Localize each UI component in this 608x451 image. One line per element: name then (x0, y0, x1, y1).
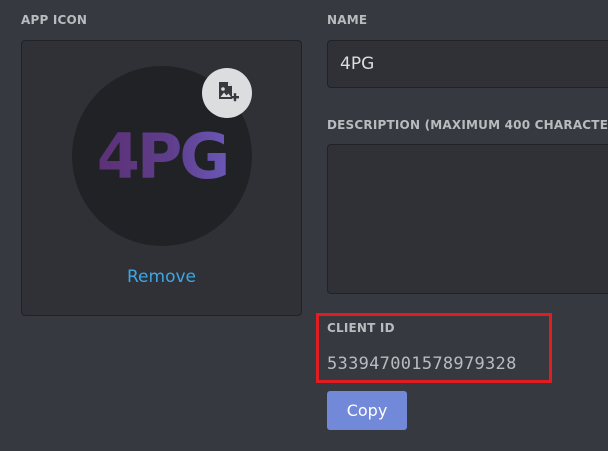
image-add-glyph (219, 82, 239, 102)
image-add-icon[interactable] (202, 68, 252, 118)
app-icon-card: 4PG Remove (21, 40, 302, 316)
name-input[interactable] (327, 40, 608, 88)
copy-button[interactable]: Copy (327, 391, 407, 430)
remove-icon-link[interactable]: Remove (22, 267, 301, 287)
app-icon-label: APP ICON (21, 13, 88, 27)
name-label: NAME (327, 13, 368, 27)
description-input[interactable] (327, 144, 608, 294)
client-id-value: 533947001578979328 (327, 354, 517, 374)
client-id-label: CLIENT ID (327, 321, 395, 335)
description-label: DESCRIPTION (MAXIMUM 400 CHARACTERS) (327, 118, 608, 132)
